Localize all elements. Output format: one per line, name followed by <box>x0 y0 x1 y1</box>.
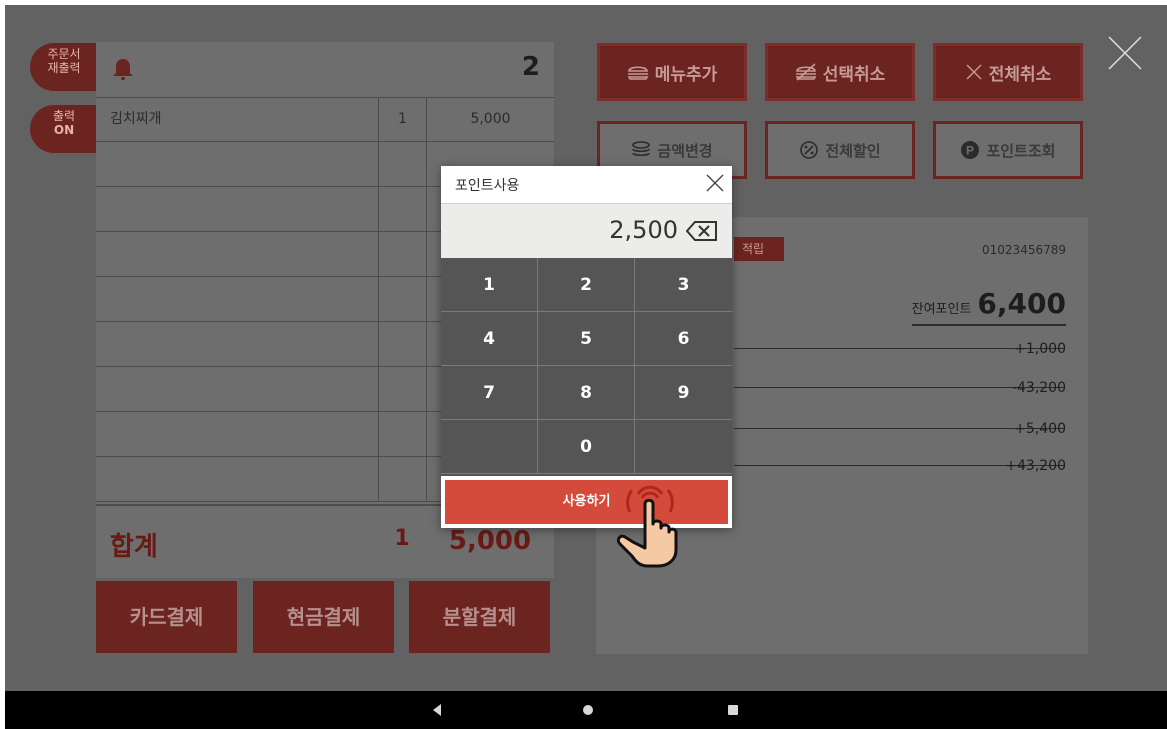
item-name <box>96 457 378 501</box>
split-payment-button[interactable]: 분할결제 <box>409 581 550 653</box>
cash-payment-button[interactable]: 현금결제 <box>253 581 394 653</box>
key-blank-right <box>635 420 732 474</box>
point-use-dialog: 포인트사용 2,500 1 2 3 4 5 6 7 8 9 0 사용하기 <box>441 166 732 528</box>
nav-recents-icon[interactable] <box>727 704 739 716</box>
item-qty <box>378 412 426 456</box>
number-keypad: 1 2 3 4 5 6 7 8 9 0 <box>441 258 732 476</box>
earn-tag: 적립 <box>734 237 784 261</box>
dialog-title: 포인트사용 <box>455 178 520 194</box>
order-item-row[interactable]: 김치찌개 1 5,000 <box>96 97 554 142</box>
item-qty <box>378 187 426 231</box>
use-points-button[interactable]: 사용하기 <box>445 480 728 524</box>
item-name <box>96 277 378 321</box>
item-qty <box>378 322 426 366</box>
order-count: 2 <box>521 52 540 82</box>
item-name <box>96 367 378 411</box>
print-toggle-line1: 출력 <box>52 109 76 123</box>
close-icon[interactable] <box>704 172 726 194</box>
history-value: +5,400 <box>1014 421 1066 437</box>
key-3[interactable]: 3 <box>635 258 732 312</box>
key-4[interactable]: 4 <box>441 312 538 366</box>
android-nav-bar <box>5 691 1167 729</box>
reprint-line2: 재출력 <box>47 61 81 75</box>
key-2[interactable]: 2 <box>538 258 635 312</box>
nav-back-icon[interactable] <box>431 703 443 717</box>
close-icon <box>966 64 982 80</box>
item-name: 김치찌개 <box>110 111 162 127</box>
history-value: -43,200 <box>1011 380 1066 396</box>
item-qty: 1 <box>378 97 426 141</box>
item-name <box>96 142 378 186</box>
bell-icon[interactable] <box>110 56 136 82</box>
point-lookup-button[interactable]: P 포인트조회 <box>933 121 1083 179</box>
remaining-points-label: 잔여포인트 <box>911 302 972 317</box>
coins-icon <box>632 141 651 157</box>
cancel-selected-button[interactable]: 선택취소 <box>765 43 915 101</box>
item-name <box>96 187 378 231</box>
item-name <box>96 322 378 366</box>
reprint-order-button[interactable]: 주문서 재출력 <box>30 43 98 91</box>
total-qty: 1 <box>394 526 410 551</box>
history-value: +43,200 <box>1005 458 1066 474</box>
use-points-label: 사용하기 <box>562 494 611 509</box>
item-qty <box>378 457 426 501</box>
item-name <box>96 412 378 456</box>
tap-hand-icon <box>616 485 678 568</box>
item-name <box>96 232 378 276</box>
discount-all-label: 전체할인 <box>825 141 881 160</box>
print-toggle-button[interactable]: 출력 ON <box>30 105 98 153</box>
key-8[interactable]: 8 <box>538 366 635 420</box>
key-9[interactable]: 9 <box>635 366 732 420</box>
order-header: 2 <box>96 42 554 98</box>
remaining-points: 잔여포인트 6,400 <box>911 287 1066 326</box>
total-label: 합계 <box>110 532 158 562</box>
remaining-points-value: 6,400 <box>977 287 1066 320</box>
key-5[interactable]: 5 <box>538 312 635 366</box>
print-toggle-line2: ON <box>53 123 75 137</box>
reprint-line1: 주문서 <box>47 47 81 61</box>
cancel-all-label: 전체취소 <box>988 64 1052 85</box>
percent-icon <box>800 141 819 159</box>
point-p-icon: P <box>961 141 980 159</box>
add-menu-button[interactable]: 메뉴추가 <box>597 43 747 101</box>
add-menu-label: 메뉴추가 <box>654 64 718 85</box>
nav-home-icon[interactable] <box>582 704 594 716</box>
card-payment-button[interactable]: 카드결제 <box>96 581 237 653</box>
customer-phone: 01023456789 <box>982 243 1066 257</box>
point-amount-value: 2,500 <box>609 216 678 244</box>
cancel-all-button[interactable]: 전체취소 <box>933 43 1083 101</box>
total-amount: 5,000 <box>448 526 532 556</box>
point-amount-display: 2,500 <box>441 203 732 259</box>
burger-cancel-icon <box>795 63 817 81</box>
discount-all-button[interactable]: 전체할인 <box>765 121 915 179</box>
item-qty <box>378 277 426 321</box>
key-7[interactable]: 7 <box>441 366 538 420</box>
key-blank-left <box>441 420 538 474</box>
key-0[interactable]: 0 <box>538 420 635 474</box>
backspace-icon[interactable] <box>686 220 718 242</box>
cancel-selected-label: 선택취소 <box>822 64 886 85</box>
key-1[interactable]: 1 <box>441 258 538 312</box>
svg-text:P: P <box>966 144 974 158</box>
key-6[interactable]: 6 <box>635 312 732 366</box>
point-lookup-label: 포인트조회 <box>986 141 1056 160</box>
burger-icon <box>627 66 649 80</box>
item-price: 5,000 <box>426 97 554 141</box>
item-qty <box>378 142 426 186</box>
item-qty <box>378 232 426 276</box>
history-value: +1,000 <box>1014 341 1066 357</box>
item-qty <box>378 367 426 411</box>
close-icon[interactable] <box>1105 33 1145 73</box>
change-amount-label: 금액변경 <box>657 141 713 160</box>
